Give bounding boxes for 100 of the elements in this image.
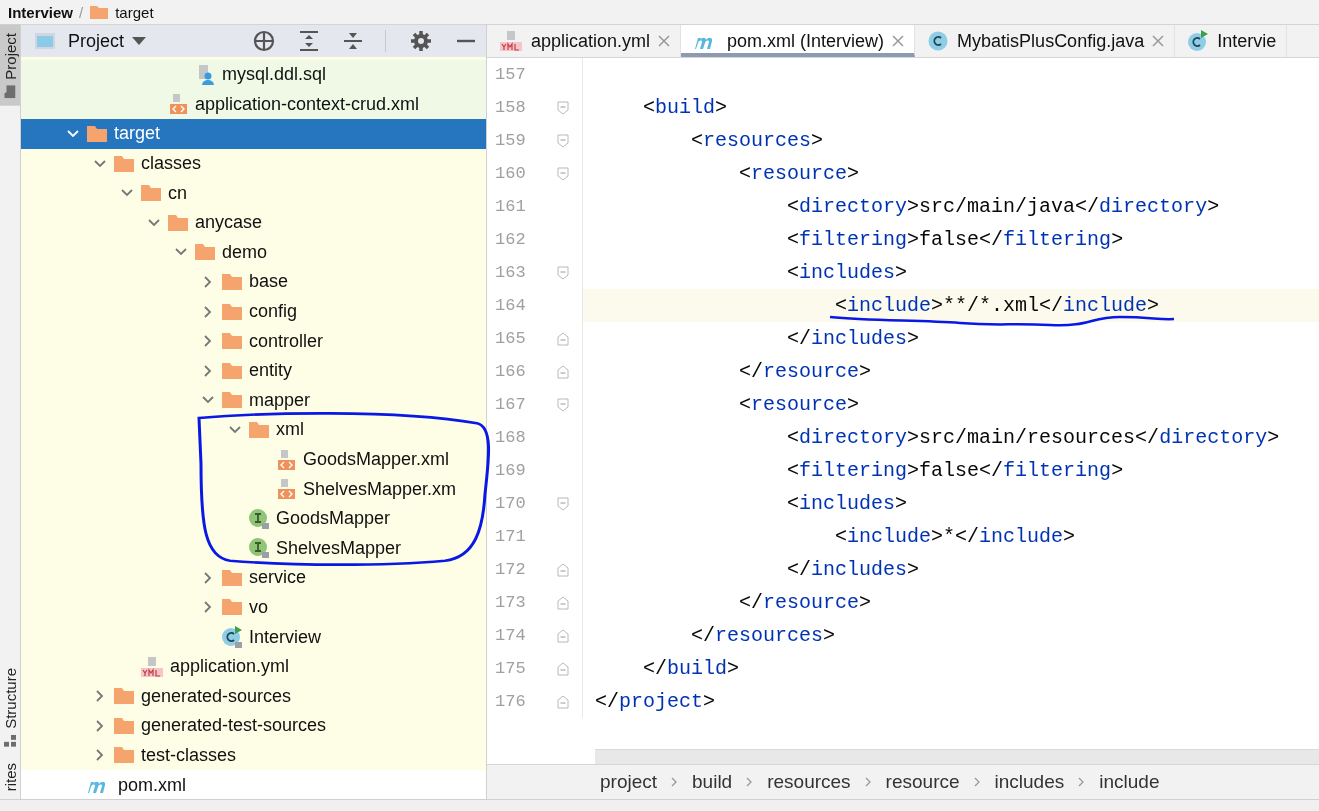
tree-item-label: service	[249, 567, 306, 589]
chevron-icon	[864, 777, 872, 787]
tree-item-label: vo	[249, 597, 268, 618]
dropdown-caret-icon[interactable]	[132, 37, 147, 45]
folder-icon	[89, 4, 110, 20]
code-line: </build>	[642, 657, 740, 680]
folder-icon	[248, 420, 270, 439]
close-icon[interactable]	[892, 35, 905, 47]
fold-marker-icon[interactable]	[556, 397, 569, 412]
line-number: 159	[494, 131, 527, 150]
class-run-icon	[221, 626, 243, 649]
breadcrumb-item[interactable]: includes	[994, 771, 1065, 793]
breadcrumb-item[interactable]: resources	[767, 771, 851, 793]
fold-marker-icon[interactable]	[556, 595, 569, 610]
nav-folder[interactable]: target	[115, 3, 154, 21]
fold-marker-icon[interactable]	[556, 628, 569, 643]
line-number: 158	[494, 98, 527, 117]
tree-item-label: ShelvesMapper	[276, 537, 402, 559]
code-line: <filtering>false</filtering>	[786, 459, 1124, 482]
code-line: <directory>src/main/java</directory>	[786, 195, 1220, 218]
tool-window-tab[interactable]: rites	[0, 754, 20, 799]
class-run-icon	[1187, 30, 1210, 52]
tree-item-label: test-classes	[141, 744, 237, 766]
horizontal-scrollbar[interactable]	[595, 749, 1319, 764]
editor-tab[interactable]: MybatisPlusConfig.java	[915, 25, 1176, 57]
folder-icon	[194, 243, 216, 262]
breadcrumb-item[interactable]: project	[600, 771, 658, 793]
line-number: 174	[494, 626, 527, 645]
tree-row[interactable]: mysql.ddl.sql	[21, 60, 486, 90]
fold-marker-icon[interactable]	[556, 562, 569, 577]
editor-tab[interactable]: pom.xml (Interview)	[681, 25, 916, 57]
folder-icon	[221, 598, 243, 617]
folder-icon	[113, 746, 135, 765]
nav-project[interactable]: Interview	[8, 3, 74, 21]
tree-item-label: config	[249, 301, 298, 323]
tree-item-label: pom.xml	[118, 774, 186, 796]
class-icon	[927, 30, 950, 52]
tree-item-label: xml	[276, 419, 304, 441]
line-number: 168	[494, 428, 527, 447]
editor-tab[interactable]: application.yml	[487, 25, 682, 57]
code-line: <resource>	[738, 393, 860, 416]
breadcrumb-item[interactable]: resource	[885, 771, 960, 793]
tree-row[interactable]: target	[21, 119, 486, 149]
fold-marker-icon[interactable]	[556, 496, 569, 511]
folder-icon	[4, 85, 16, 99]
folder-icon	[221, 391, 243, 410]
tree-item-label: controller	[249, 330, 324, 352]
interface-icon	[248, 507, 270, 530]
breadcrumb-item[interactable]: include	[1099, 771, 1160, 793]
code-line: <resource>	[738, 162, 860, 185]
code-line: </resource>	[738, 591, 872, 614]
line-number: 161	[494, 197, 527, 216]
code-line: <include>**/*.xml</include>	[834, 294, 1160, 317]
fold-marker-icon[interactable]	[556, 694, 569, 709]
folder-icon	[113, 716, 135, 735]
crosshair-icon[interactable]	[253, 30, 275, 52]
interface-icon	[248, 537, 270, 560]
code-line: <directory>src/main/resources</directory>	[786, 426, 1280, 449]
fold-marker-icon[interactable]	[556, 166, 569, 181]
collapse-all-icon[interactable]	[343, 30, 363, 52]
line-number: 166	[494, 362, 527, 381]
close-icon[interactable]	[1152, 35, 1165, 47]
xml-file-icon	[167, 93, 189, 116]
tree-item-label: demo	[222, 241, 268, 263]
panel-title[interactable]: Project	[68, 30, 125, 52]
chevron-icon	[1078, 777, 1086, 787]
settings-icon[interactable]	[410, 30, 432, 52]
line-number: 173	[494, 593, 527, 612]
tree-item-label: anycase	[195, 212, 263, 234]
chevron-icon	[671, 777, 679, 787]
folder-icon	[221, 272, 243, 291]
tree-item-label: entity	[249, 360, 293, 382]
fold-marker-icon[interactable]	[556, 265, 569, 280]
tool-window-tab[interactable]: Structure	[0, 659, 20, 755]
editor-tab[interactable]: Intervie	[1175, 25, 1288, 57]
breadcrumb-item[interactable]: build	[692, 771, 733, 793]
tree-item-label: mapper	[249, 389, 311, 411]
tree-row[interactable]: pom.xml	[21, 770, 486, 799]
folder-icon	[86, 125, 108, 143]
tree-item-label: generated-sources	[141, 685, 292, 707]
line-number: 176	[494, 692, 527, 711]
tree-item-label: ShelvesMapper.xm	[303, 478, 457, 500]
fold-marker-icon[interactable]	[556, 331, 569, 346]
tree-item-label: GoodsMapper.xml	[303, 449, 450, 470]
code-line: <include>*</include>	[834, 525, 1076, 548]
nav-separator: /	[79, 3, 84, 21]
fold-marker-icon[interactable]	[556, 661, 569, 676]
folder-icon	[167, 213, 189, 232]
tree-item-label: classes	[141, 153, 202, 175]
expand-all-icon[interactable]	[299, 30, 319, 52]
tree-item-label: GoodsMapper	[276, 508, 391, 530]
line-number: 172	[494, 560, 527, 579]
tree-row[interactable]: application-context-crud.xml	[21, 89, 486, 120]
code-line: </resources>	[690, 624, 836, 647]
close-icon[interactable]	[658, 35, 671, 47]
tool-window-tab[interactable]: Project	[0, 25, 20, 106]
fold-marker-icon[interactable]	[556, 100, 569, 115]
fold-marker-icon[interactable]	[556, 364, 569, 379]
folder-icon	[221, 568, 243, 587]
fold-marker-icon[interactable]	[556, 133, 569, 148]
